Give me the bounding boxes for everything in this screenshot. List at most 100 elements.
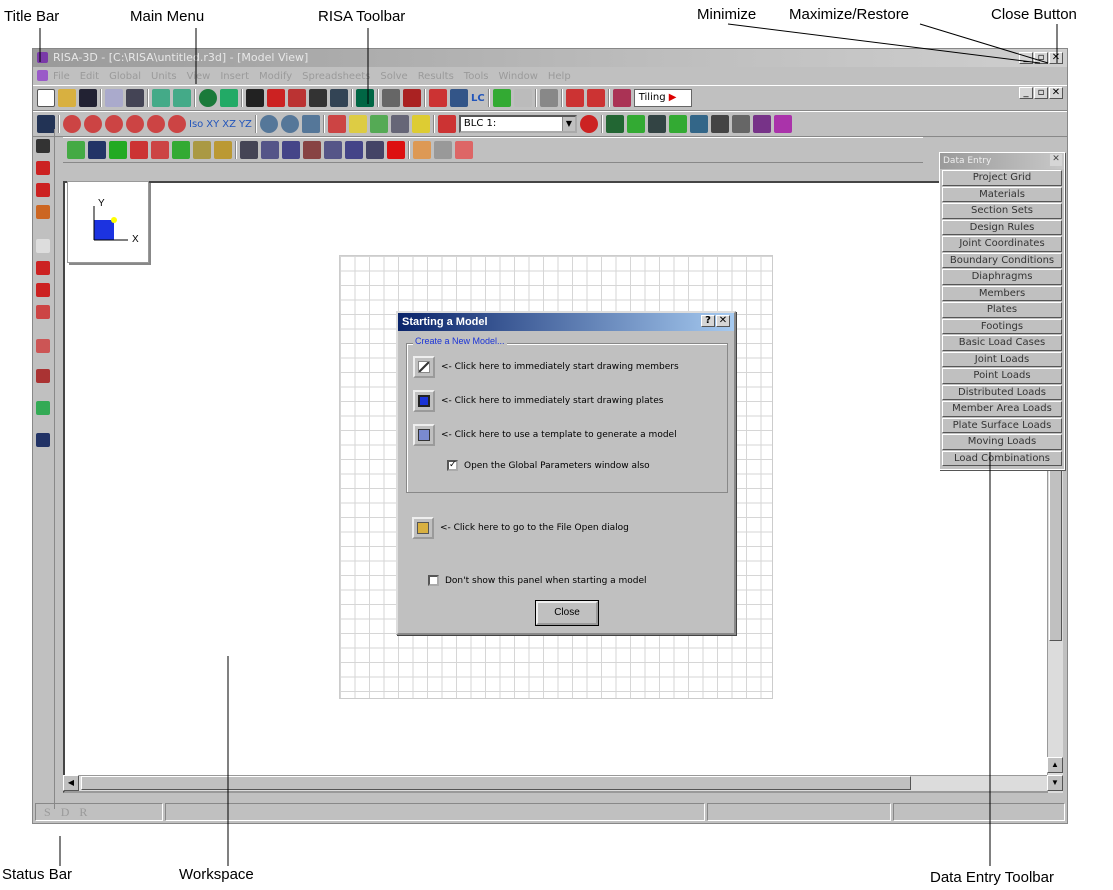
- menu-units[interactable]: Units: [151, 71, 177, 82]
- point-load-icon[interactable]: [193, 141, 211, 159]
- split-icon[interactable]: [240, 141, 258, 159]
- menu-file[interactable]: File: [53, 71, 70, 82]
- horizontal-scroll-thumb[interactable]: [81, 776, 911, 790]
- release-icon[interactable]: [130, 141, 148, 159]
- undo-icon[interactable]: [152, 89, 170, 107]
- edit-icon[interactable]: [413, 141, 431, 159]
- lock-member-icon[interactable]: [647, 115, 666, 133]
- units-icon[interactable]: [220, 89, 238, 107]
- data-entry-member-area-loads[interactable]: Member Area Loads: [942, 401, 1062, 417]
- align-icon[interactable]: [36, 339, 50, 353]
- title-bar[interactable]: RISA-3D - [C:\RISA\untitled.r3d] - [Mode…: [33, 49, 1067, 67]
- menu-results[interactable]: Results: [418, 71, 454, 82]
- status-s[interactable]: S: [44, 805, 61, 819]
- graphics-icon[interactable]: [356, 89, 374, 107]
- rotate-x-icon[interactable]: [63, 115, 81, 133]
- poly-view-icon[interactable]: [36, 283, 50, 297]
- copy-icon[interactable]: [105, 89, 123, 107]
- dont-show-checkbox[interactable]: [428, 575, 439, 586]
- rotate-z2-icon[interactable]: [168, 115, 186, 133]
- table-icon[interactable]: [403, 89, 421, 107]
- menu-insert[interactable]: Insert: [220, 71, 249, 82]
- plate-tool-icon[interactable]: [36, 161, 50, 175]
- gear-icon[interactable]: [731, 115, 750, 133]
- lc-label[interactable]: LC: [471, 93, 485, 104]
- mirror-icon[interactable]: [345, 141, 363, 159]
- report-icon[interactable]: [565, 89, 584, 107]
- draw-plates-button[interactable]: [413, 390, 435, 412]
- data-entry-plates[interactable]: Plates: [942, 302, 1062, 318]
- data-entry-project-grid[interactable]: Project Grid: [942, 170, 1062, 186]
- line-icon[interactable]: [710, 115, 729, 133]
- tiling-button[interactable]: Tiling ▶: [633, 89, 692, 107]
- dialog-close-icon[interactable]: ✕: [716, 315, 730, 327]
- data-entry-close-icon[interactable]: ✕: [1050, 154, 1062, 166]
- menu-window[interactable]: Window: [498, 71, 537, 82]
- rotate-y-icon[interactable]: [105, 115, 123, 133]
- table-view-icon[interactable]: [434, 141, 452, 159]
- move-icon[interactable]: [303, 141, 321, 159]
- solve-icon[interactable]: [429, 89, 447, 107]
- xz-view-button[interactable]: XZ: [222, 119, 236, 130]
- frame-icon[interactable]: [309, 89, 327, 107]
- close-button[interactable]: ✕: [1049, 52, 1063, 64]
- menu-modify[interactable]: Modify: [259, 71, 292, 82]
- menu-global[interactable]: Global: [109, 71, 141, 82]
- global-params-checkbox[interactable]: ✓: [447, 460, 458, 471]
- dist-load-icon[interactable]: [172, 141, 190, 159]
- render-icon[interactable]: [36, 369, 50, 383]
- unselect-icon[interactable]: [626, 115, 645, 133]
- plate-select-icon[interactable]: [668, 115, 687, 133]
- rotate-icon[interactable]: [282, 141, 300, 159]
- bc-icon[interactable]: [450, 89, 468, 107]
- data-entry-basic-load-cases[interactable]: Basic Load Cases: [942, 335, 1062, 351]
- scroll-down-button[interactable]: ▼: [1047, 775, 1063, 791]
- delete-icon[interactable]: [387, 141, 405, 159]
- maximize-restore-button[interactable]: ▫: [1034, 52, 1048, 64]
- spreadsheet-icon[interactable]: [382, 89, 400, 107]
- line-view-icon[interactable]: [36, 305, 50, 319]
- report2-icon[interactable]: [586, 89, 605, 107]
- export-icon[interactable]: [36, 401, 50, 415]
- open-folder-icon[interactable]: [58, 89, 76, 107]
- section-icon[interactable]: [267, 89, 285, 107]
- data-entry-point-loads[interactable]: Point Loads: [942, 368, 1062, 384]
- menu-spreadsheets[interactable]: Spreadsheets: [302, 71, 370, 82]
- new-file-icon[interactable]: [37, 89, 55, 107]
- print-icon[interactable]: [126, 89, 144, 107]
- template-button[interactable]: [413, 424, 435, 446]
- scroll-left-button[interactable]: ◀: [63, 775, 79, 791]
- ruler-icon[interactable]: [752, 115, 771, 133]
- equals-icon[interactable]: [492, 89, 511, 107]
- select-icon[interactable]: [605, 115, 624, 133]
- rotate-z-icon[interactable]: [147, 115, 165, 133]
- area-load-icon[interactable]: [214, 141, 232, 159]
- data-entry-section-sets[interactable]: Section Sets: [942, 203, 1062, 219]
- dialog-close-button[interactable]: Close: [536, 601, 598, 625]
- hint-icon[interactable]: [411, 115, 430, 133]
- horizontal-scrollbar[interactable]: ◀: [63, 775, 1047, 791]
- grid-icon[interactable]: [330, 89, 348, 107]
- data-entry-joint-coordinates[interactable]: Joint Coordinates: [942, 236, 1062, 252]
- scroll-up-button[interactable]: ▲: [1047, 757, 1063, 773]
- data-entry-distributed-loads[interactable]: Distributed Loads: [942, 384, 1062, 400]
- globe-icon[interactable]: [199, 89, 217, 107]
- panel-icon[interactable]: [773, 115, 792, 133]
- spreadsheet-view-icon[interactable]: [455, 141, 473, 159]
- data-entry-materials[interactable]: Materials: [942, 186, 1062, 202]
- menu-edit[interactable]: Edit: [80, 71, 99, 82]
- draw-members-button[interactable]: [413, 356, 435, 378]
- redo-icon[interactable]: [173, 89, 191, 107]
- zoom-in-icon[interactable]: [259, 115, 278, 133]
- member-tool-icon[interactable]: [36, 139, 50, 153]
- draw-plate-icon[interactable]: [88, 141, 106, 159]
- data-entry-moving-loads[interactable]: Moving Loads: [942, 434, 1062, 450]
- wand-tool-icon[interactable]: [36, 205, 50, 219]
- zoom-box-icon[interactable]: [301, 115, 320, 133]
- toggle-loads-icon[interactable]: [579, 115, 598, 133]
- file-open-button[interactable]: [412, 517, 434, 539]
- rotate-y2-icon[interactable]: [126, 115, 144, 133]
- dialog-title-bar[interactable]: Starting a Model ? ✕: [398, 313, 734, 331]
- redraw-icon[interactable]: [327, 115, 346, 133]
- save-icon[interactable]: [79, 89, 97, 107]
